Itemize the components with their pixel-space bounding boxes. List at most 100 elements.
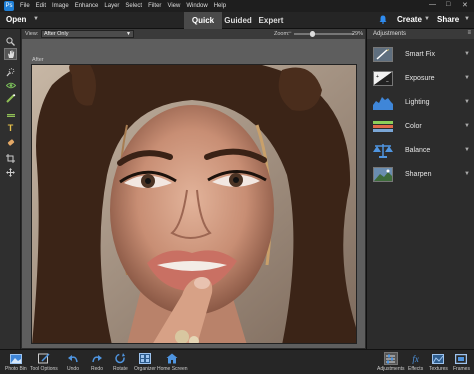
straighten-tool-icon[interactable] (4, 109, 17, 121)
type-tool-icon[interactable]: T (4, 122, 17, 134)
exposure-icon: + − (373, 71, 393, 86)
svg-text:+: + (376, 74, 379, 80)
menu-enhance[interactable]: Enhance (72, 3, 102, 9)
view-select-value: After Only (44, 31, 69, 37)
share-chevron-down-icon[interactable]: ▼ (464, 16, 470, 22)
tab-guided[interactable]: Guided (222, 12, 254, 29)
rotate-icon (113, 352, 127, 365)
photo-canvas[interactable] (31, 64, 357, 344)
svg-text:−: − (386, 79, 389, 85)
adjustment-sharpen[interactable]: Sharpen ▼ (367, 163, 474, 187)
adjustment-label: Lighting (405, 99, 430, 106)
whiten-teeth-tool-icon[interactable] (4, 92, 17, 104)
chevron-down-icon: ▼ (464, 123, 470, 129)
adjustment-balance[interactable]: Balance ▼ (367, 139, 474, 163)
chevron-down-icon: ▼ (464, 99, 470, 105)
bottom-button-label: Frames (453, 366, 470, 372)
menu-bar: Ps File Edit Image Enhance Layer Select … (0, 0, 474, 12)
bottom-bar: Photo Bin Tool Options Undo Redo Rotate … (0, 349, 474, 374)
adjustment-exposure[interactable]: + − Exposure ▼ (367, 67, 474, 91)
chevron-down-icon: ▼ (464, 171, 470, 177)
portrait-photo (32, 65, 356, 343)
move-tool-icon[interactable] (4, 166, 17, 178)
panel-menu-icon[interactable]: ≡ (467, 30, 471, 36)
bottom-button-label: Home Screen (157, 366, 188, 372)
open-chevron-down-icon[interactable]: ▼ (33, 16, 39, 22)
create-chevron-down-icon[interactable]: ▼ (424, 16, 430, 22)
menu-file[interactable]: File (17, 3, 33, 9)
zoom-out-icon[interactable]: − (288, 30, 292, 36)
rotate-button[interactable]: Rotate (113, 352, 128, 372)
home-icon (165, 352, 179, 365)
adjustment-lighting[interactable]: Lighting ▼ (367, 91, 474, 115)
effects-button[interactable]: fx Effects (408, 352, 424, 373)
view-select[interactable]: After Only ▼ (41, 30, 134, 38)
effects-icon: fx (412, 353, 419, 364)
color-icon (373, 119, 393, 134)
frames-button[interactable]: Frames (453, 352, 470, 372)
textures-icon (431, 352, 445, 365)
tool-options-icon (37, 352, 51, 365)
zoom-value: 29% (352, 31, 364, 37)
adjustment-label: Smart Fix (405, 51, 435, 58)
open-button[interactable]: Open (6, 15, 26, 24)
textures-button[interactable]: Textures (429, 352, 448, 372)
organizer-button[interactable]: Organizer (134, 352, 156, 372)
tab-quick[interactable]: Quick (184, 12, 222, 29)
zoom-slider-handle[interactable] (310, 31, 315, 37)
redo-button[interactable]: Redo (90, 352, 104, 372)
menu-view[interactable]: View (164, 3, 183, 9)
adjustment-color[interactable]: Color ▼ (367, 115, 474, 139)
menu-edit[interactable]: Edit (33, 3, 49, 9)
minimize-button[interactable]: — (429, 1, 436, 8)
adjustments-panel: Adjustments ≡ Smart Fix ▼ + − Exposure ▼ … (366, 29, 474, 349)
create-button[interactable]: Create (397, 15, 422, 24)
photo-bin-icon (9, 352, 23, 365)
chevron-down-icon: ▼ (464, 51, 470, 57)
organizer-icon (138, 352, 152, 365)
notification-bell-icon[interactable] (379, 15, 387, 24)
adjustment-smart-fix[interactable]: Smart Fix ▼ (367, 43, 474, 67)
tools-panel: T (0, 29, 21, 349)
chevron-down-icon: ▼ (464, 75, 470, 81)
hand-tool-icon[interactable] (4, 48, 17, 60)
eye-tool-icon[interactable] (4, 79, 17, 91)
close-button[interactable]: ✕ (462, 1, 468, 9)
adjustments-panel-title: Adjustments ≡ (367, 29, 474, 39)
panel-title-text: Adjustments (373, 31, 407, 37)
photo-bin-button[interactable]: Photo Bin (5, 352, 27, 372)
bottom-button-label: Redo (91, 366, 103, 372)
menu-window[interactable]: Window (183, 3, 210, 9)
canvas-area: After (22, 39, 365, 348)
smart-fix-icon (373, 47, 393, 62)
app-logo-icon: Ps (4, 1, 14, 11)
maximize-button[interactable]: □ (446, 1, 450, 8)
adjustments-button[interactable]: Adjustments (377, 352, 405, 372)
photoshop-elements-window: Ps File Edit Image Enhance Layer Select … (0, 0, 474, 374)
menu-select[interactable]: Select (122, 3, 145, 9)
bottom-button-label: Undo (67, 366, 79, 372)
menu-image[interactable]: Image (49, 3, 72, 9)
tab-expert[interactable]: Expert (255, 12, 287, 29)
share-button[interactable]: Share (437, 15, 459, 24)
chevron-down-icon: ▼ (464, 147, 470, 153)
tool-options-button[interactable]: Tool Options (30, 352, 58, 372)
zoom-tool-icon[interactable] (4, 35, 17, 47)
menu-help[interactable]: Help (211, 3, 229, 9)
bottom-button-label: Adjustments (377, 366, 405, 372)
chevron-down-icon: ▼ (126, 31, 131, 37)
crop-tool-icon[interactable] (4, 152, 17, 164)
bottom-button-label: Photo Bin (5, 366, 27, 372)
zoom-slider[interactable] (294, 31, 354, 37)
spot-healing-tool-icon[interactable] (4, 136, 17, 148)
menu-layer[interactable]: Layer (101, 3, 122, 9)
menu-filter[interactable]: Filter (145, 3, 164, 9)
adjustment-label: Balance (405, 147, 431, 154)
adjustment-label: Exposure (405, 75, 435, 82)
adjustment-label: Sharpen (405, 171, 432, 178)
undo-button[interactable]: Undo (66, 352, 80, 372)
options-bar: View: After Only ▼ Zoom: − 29% (22, 29, 365, 39)
home-screen-button[interactable]: Home Screen (157, 352, 188, 372)
quick-selection-tool-icon[interactable] (4, 66, 17, 78)
bottom-button-label: Effects (408, 366, 424, 372)
